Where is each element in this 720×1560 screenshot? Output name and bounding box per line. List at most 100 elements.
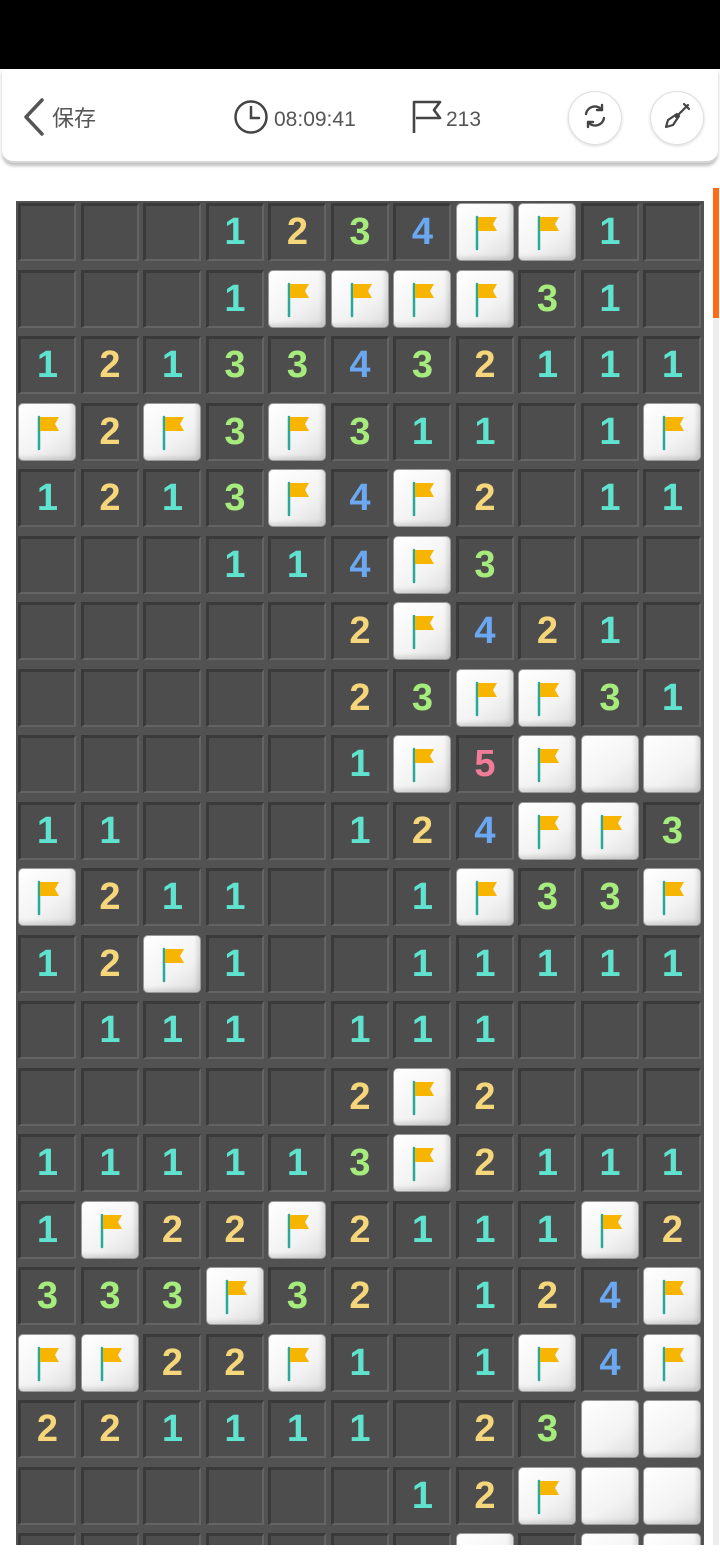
flagged-cell[interactable] [80,1333,139,1392]
empty-cell[interactable] [268,668,326,727]
empty-cell[interactable] [18,269,76,328]
empty-cell[interactable] [143,203,201,261]
flagged-cell[interactable] [518,1466,576,1525]
number-cell[interactable]: 3 [330,203,389,261]
number-cell[interactable]: 3 [455,535,514,594]
number-cell[interactable]: 1 [18,1134,76,1192]
number-cell[interactable]: 3 [330,1134,389,1192]
empty-cell[interactable] [143,602,201,660]
number-cell[interactable]: 1 [80,801,139,860]
number-cell[interactable]: 1 [455,402,514,461]
number-cell[interactable]: 1 [330,735,389,793]
flagged-cell[interactable] [643,1267,701,1325]
empty-cell[interactable] [268,1001,326,1059]
empty-cell[interactable] [580,1001,639,1059]
number-cell[interactable]: 2 [455,1067,514,1126]
flagged-cell[interactable] [518,735,576,793]
empty-cell[interactable] [80,203,139,261]
empty-cell[interactable] [268,1533,326,1545]
number-cell[interactable]: 3 [268,336,326,394]
unrevealed-cell[interactable] [580,1400,639,1458]
empty-cell[interactable] [268,1466,326,1525]
number-cell[interactable]: 1 [143,1001,201,1059]
dig-mode-button[interactable] [650,91,704,145]
empty-cell[interactable] [205,1533,264,1545]
number-cell[interactable]: 1 [580,469,639,527]
empty-cell[interactable] [268,801,326,860]
empty-cell[interactable] [18,1466,76,1525]
empty-cell[interactable] [80,668,139,727]
flagged-cell[interactable] [18,1333,76,1392]
number-cell[interactable]: 1 [455,1267,514,1325]
number-cell[interactable]: 1 [518,1200,576,1259]
number-cell[interactable]: 1 [393,402,451,461]
empty-cell[interactable] [643,269,701,328]
number-cell[interactable]: 1 [330,1001,389,1059]
number-cell[interactable]: 1 [143,1400,201,1458]
empty-cell[interactable] [643,203,701,261]
number-cell[interactable]: 4 [330,336,389,394]
empty-cell[interactable] [643,602,701,660]
empty-cell[interactable] [18,602,76,660]
empty-cell[interactable] [18,735,76,793]
number-cell[interactable]: 2 [205,1333,264,1392]
flagged-cell[interactable] [393,602,451,660]
number-cell[interactable]: 1 [205,1134,264,1192]
empty-cell[interactable] [205,801,264,860]
empty-cell[interactable] [518,535,576,594]
empty-cell[interactable] [18,668,76,727]
empty-cell[interactable] [205,1466,264,1525]
empty-cell[interactable] [580,1067,639,1126]
number-cell[interactable]: 1 [205,1400,264,1458]
number-cell[interactable]: 1 [268,1134,326,1192]
number-cell[interactable]: 2 [518,602,576,660]
number-cell[interactable]: 1 [330,1400,389,1458]
number-cell[interactable]: 1 [205,1001,264,1059]
number-cell[interactable]: 2 [143,1333,201,1392]
number-cell[interactable]: 1 [643,469,701,527]
back-button[interactable]: 保存 [20,95,96,139]
empty-cell[interactable] [393,1400,451,1458]
empty-cell[interactable] [330,1466,389,1525]
number-cell[interactable]: 3 [205,469,264,527]
number-cell[interactable]: 1 [393,1466,451,1525]
number-cell[interactable]: 1 [143,336,201,394]
number-cell[interactable]: 2 [80,336,139,394]
empty-cell[interactable] [268,934,326,993]
flagged-cell[interactable] [643,1533,701,1545]
empty-cell[interactable] [80,269,139,328]
flagged-cell[interactable] [393,269,451,328]
flagged-cell[interactable] [455,668,514,727]
number-cell[interactable]: 1 [580,402,639,461]
flagged-cell[interactable] [455,1533,514,1545]
empty-cell[interactable] [205,1067,264,1126]
number-cell[interactable]: 1 [18,801,76,860]
number-cell[interactable]: 1 [18,469,76,527]
empty-cell[interactable] [518,1001,576,1059]
number-cell[interactable]: 1 [268,1400,326,1458]
number-cell[interactable]: 3 [518,269,576,328]
empty-cell[interactable] [330,934,389,993]
number-cell[interactable]: 2 [455,336,514,394]
flagged-cell[interactable] [268,469,326,527]
empty-cell[interactable] [268,1067,326,1126]
number-cell[interactable]: 1 [455,1001,514,1059]
empty-cell[interactable] [518,1533,576,1545]
number-cell[interactable]: 2 [393,801,451,860]
empty-cell[interactable] [143,269,201,328]
number-cell[interactable]: 1 [205,203,264,261]
empty-cell[interactable] [268,735,326,793]
restart-button[interactable] [568,91,622,145]
number-cell[interactable]: 2 [455,1466,514,1525]
number-cell[interactable]: 1 [205,934,264,993]
number-cell[interactable]: 1 [18,336,76,394]
flagged-cell[interactable] [580,1533,639,1545]
empty-cell[interactable] [143,801,201,860]
empty-cell[interactable] [393,1333,451,1392]
number-cell[interactable]: 4 [330,535,389,594]
empty-cell[interactable] [80,1466,139,1525]
number-cell[interactable]: 4 [580,1333,639,1392]
unrevealed-cell[interactable] [643,1400,701,1458]
empty-cell[interactable] [143,535,201,594]
number-cell[interactable]: 4 [455,602,514,660]
